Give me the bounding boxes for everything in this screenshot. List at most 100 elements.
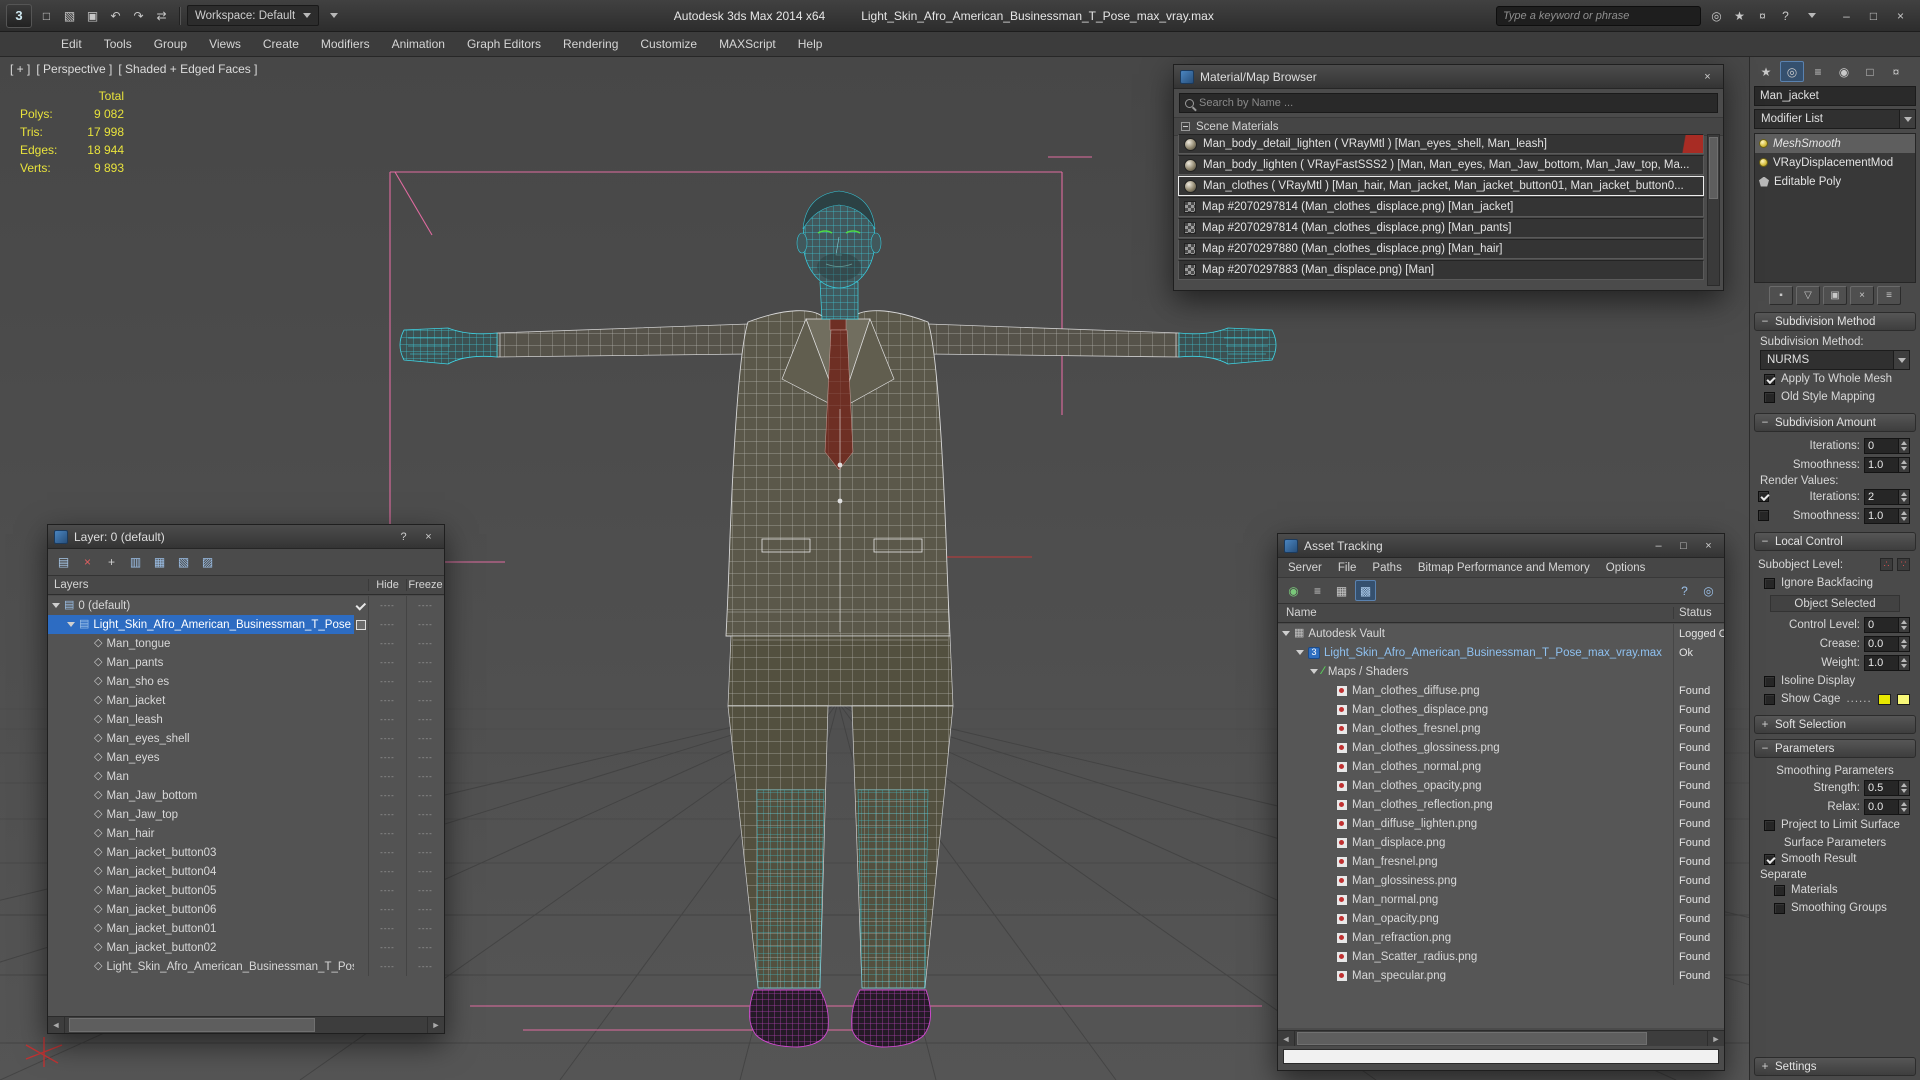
layer-row-name[interactable]: ▤ 0 (default) [48, 596, 354, 615]
layer-current-mark[interactable] [354, 672, 368, 691]
select-and-link-icon[interactable]: ⇄ [151, 5, 172, 26]
material-row[interactable]: Map #2070297814 (Man_clothes_displace.pn… [1178, 197, 1704, 217]
spinner-arrows[interactable] [1898, 508, 1909, 523]
old-style-mapping-checkbox[interactable]: Old Style Mapping [1756, 388, 1914, 406]
hide-freeze-options-icon[interactable]: ▨ [197, 552, 218, 573]
asset-row[interactable]: Man_clothes_fresnel.png Found [1278, 719, 1724, 738]
new-scene-icon[interactable]: □ [36, 5, 57, 26]
layer-freeze-toggle[interactable]: ---- [406, 805, 444, 824]
layer-row[interactable]: ◇ Man_jacket_button03 ---- ---- [48, 843, 444, 862]
layer-row[interactable]: ◇ Man_jacket_button06 ---- ---- [48, 900, 444, 919]
menu-item-views[interactable]: Views [198, 32, 252, 56]
menu-item-paths[interactable]: Paths [1364, 558, 1409, 577]
layer-current-mark[interactable] [354, 805, 368, 824]
menu-item-customize[interactable]: Customize [629, 32, 708, 56]
apply-to-whole-mesh-checkbox[interactable]: Apply To Whole Mesh [1756, 370, 1914, 388]
layer-hide-toggle[interactable]: ---- [368, 729, 406, 748]
thumbnail-view-icon[interactable]: ▩ [1355, 580, 1376, 601]
layer-current-mark[interactable] [354, 596, 368, 615]
layer-row[interactable]: ▤ 0 (default) ---- ---- [48, 596, 444, 615]
menu-item-animation[interactable]: Animation [381, 32, 456, 56]
material-row[interactable]: Map #2070297880 (Man_clothes_displace.pn… [1178, 239, 1704, 259]
layer-freeze-toggle[interactable]: ---- [406, 691, 444, 710]
asset-row[interactable]: Man_refraction.png Found [1278, 928, 1724, 947]
scroll-left-icon[interactable]: ◄ [1278, 1031, 1295, 1046]
scroll-right-icon[interactable]: ► [427, 1017, 444, 1033]
rollout-local-control[interactable]: − Local Control [1754, 532, 1916, 551]
isoline-display-checkbox[interactable]: Isoline Display [1756, 672, 1914, 690]
layer-current-mark[interactable] [354, 938, 368, 957]
layer-row[interactable]: ◇ Man_eyes ---- ---- [48, 748, 444, 767]
motion-tab-icon[interactable]: ◉ [1832, 61, 1856, 82]
layer-row-name[interactable]: ◇ Man_jacket_button01 [48, 919, 354, 938]
layer-current-mark[interactable] [354, 691, 368, 710]
favorites-icon[interactable]: ★ [1729, 5, 1750, 26]
spinner-arrows[interactable] [1898, 655, 1909, 670]
layer-current-mark[interactable] [354, 767, 368, 786]
modifier-stack-row[interactable]: VRayDisplacementMod [1755, 153, 1915, 172]
asset-row[interactable]: ▦Autodesk VaultLogged Out [1278, 624, 1724, 643]
menu-item-edit[interactable]: Edit [50, 32, 93, 56]
layer-row-name[interactable]: ◇ Man_eyes [48, 748, 354, 767]
layer-hide-toggle[interactable]: ---- [368, 634, 406, 653]
modifier-stack-row[interactable]: Editable Poly [1755, 172, 1915, 191]
layer-row-name[interactable]: ◇ Man_jacket [48, 691, 354, 710]
layer-row-name[interactable]: ◇ Man_Jaw_top [48, 805, 354, 824]
refresh-status-icon[interactable]: ◉ [1283, 580, 1304, 601]
hide-column-header[interactable]: Hide [368, 579, 406, 591]
utilities-tab-icon[interactable]: ¤ [1884, 61, 1908, 82]
viewport-shading-menu[interactable]: [ Shaded + Edged Faces ] [118, 62, 257, 76]
name-column-header[interactable]: Name [1278, 607, 1673, 619]
businessman-model[interactable] [399, 190, 1277, 1048]
layer-freeze-toggle[interactable]: ---- [406, 615, 444, 634]
infocenter-search[interactable] [1496, 5, 1701, 26]
asset-row[interactable]: Man_clothes_diffuse.png Found [1278, 681, 1724, 700]
layer-freeze-toggle[interactable]: ---- [406, 710, 444, 729]
menu-item-create[interactable]: Create [252, 32, 310, 56]
layer-hide-toggle[interactable]: ---- [368, 805, 406, 824]
layer-row[interactable]: ◇ Man_tongue ---- ---- [48, 634, 444, 653]
layer-row-name[interactable]: ◇ Light_Skin_Afro_American_Businessman_T_… [48, 957, 354, 976]
separate-materials-checkbox[interactable]: Materials [1756, 881, 1914, 899]
asset-row[interactable]: Man_diffuse_lighten.png Found [1278, 814, 1724, 833]
material-browser-titlebar[interactable]: Material/Map Browser × [1174, 65, 1723, 89]
layer-freeze-toggle[interactable]: ---- [406, 843, 444, 862]
spinner-arrows[interactable] [1898, 438, 1909, 453]
layer-current-mark[interactable] [354, 881, 368, 900]
layer-row-name[interactable]: ◇ Man_jacket_button02 [48, 938, 354, 957]
layer-freeze-toggle[interactable]: ---- [406, 672, 444, 691]
control-level-spinner[interactable]: 0 [1864, 616, 1910, 633]
menu-item-tools[interactable]: Tools [93, 32, 143, 56]
layer-hide-toggle[interactable]: ---- [368, 881, 406, 900]
asset-row[interactable]: Man_specular.png Found [1278, 966, 1724, 985]
create-new-layer-icon[interactable]: ▤ [53, 552, 74, 573]
layer-current-mark[interactable] [354, 729, 368, 748]
layer-freeze-toggle[interactable]: ---- [406, 729, 444, 748]
layer-row-name[interactable]: ◇ Man_jacket_button05 [48, 881, 354, 900]
workspace-options-button[interactable] [323, 5, 344, 26]
layer-hide-toggle[interactable]: ---- [368, 824, 406, 843]
scroll-left-icon[interactable]: ◄ [48, 1017, 65, 1033]
material-search-input[interactable] [1199, 97, 1712, 109]
layer-row[interactable]: ◇ Man_pants ---- ---- [48, 653, 444, 672]
layer-hide-toggle[interactable]: ---- [368, 596, 406, 615]
asset-row[interactable]: Man_Scatter_radius.png Found [1278, 947, 1724, 966]
layer-freeze-toggle[interactable]: ---- [406, 767, 444, 786]
cage-selected-color-swatch[interactable] [1896, 693, 1910, 705]
menu-item-graph-editors[interactable]: Graph Editors [456, 32, 552, 56]
maximize-button[interactable]: □ [1860, 5, 1887, 26]
spinner-arrows[interactable] [1898, 489, 1909, 504]
rollout-soft-selection[interactable]: + Soft Selection [1754, 715, 1916, 734]
layer-hide-toggle[interactable]: ---- [368, 710, 406, 729]
rollout-parameters[interactable]: − Parameters [1754, 739, 1916, 758]
material-list-scrollbar[interactable] [1707, 134, 1720, 286]
smooth-result-checkbox[interactable]: Smooth Result [1756, 850, 1914, 868]
layer-freeze-toggle[interactable]: ---- [406, 653, 444, 672]
configure-modifier-sets-button[interactable]: ≡ [1877, 286, 1901, 305]
layer-row[interactable]: ◇ Man_Jaw_bottom ---- ---- [48, 786, 444, 805]
modifier-stack-row[interactable]: MeshSmooth [1755, 134, 1915, 153]
pin-stack-button[interactable]: ▪ [1769, 286, 1793, 305]
subdivision-method-select[interactable]: NURMS [1760, 350, 1910, 370]
layer-current-mark[interactable] [354, 786, 368, 805]
menu-item-options[interactable]: Options [1598, 558, 1654, 577]
